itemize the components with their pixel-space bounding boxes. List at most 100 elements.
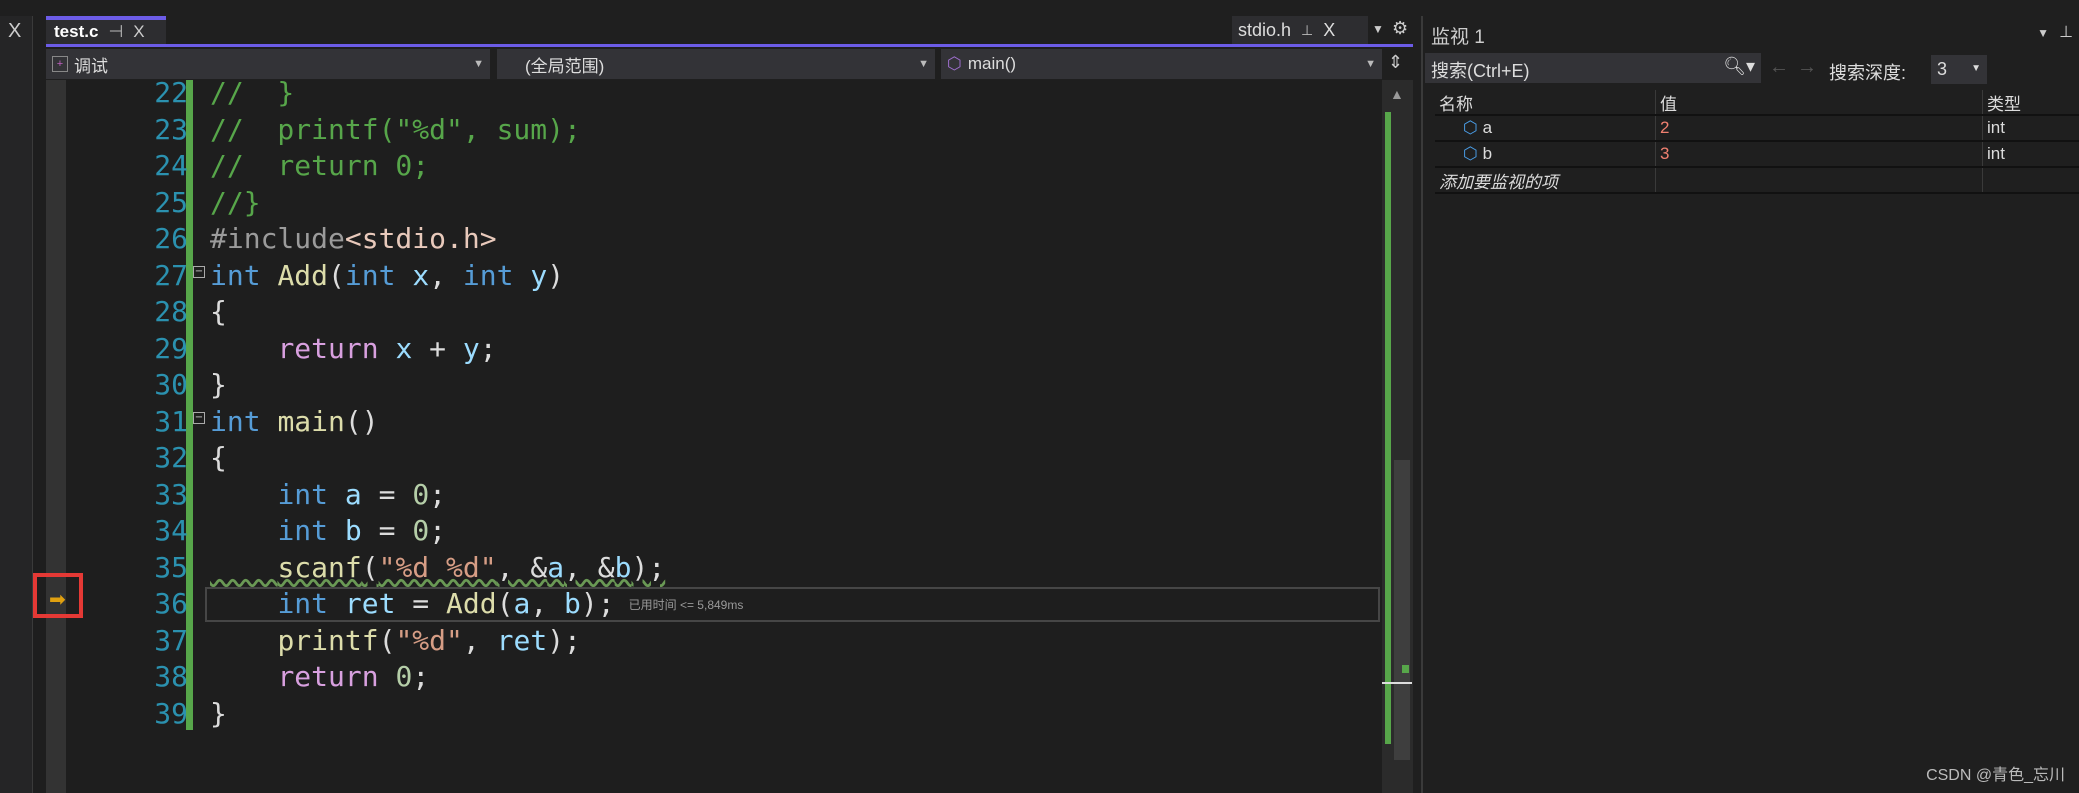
chevron-down-icon: ▼	[1971, 63, 1981, 74]
code-line[interactable]: 29 return x + y;	[33, 331, 1382, 367]
code-line[interactable]: 24 // return 0;	[33, 148, 1382, 184]
code-token: int	[344, 258, 413, 292]
code-token: }	[210, 696, 227, 730]
code-token: main	[277, 404, 345, 438]
code-token: a	[547, 550, 565, 584]
code-token: // printf("%d", sum);	[210, 112, 581, 146]
code-line[interactable]: 32 {	[33, 440, 1382, 476]
search-placeholder: 搜索(Ctrl+E)	[1431, 61, 1530, 81]
code-token: int	[277, 477, 345, 511]
tab-stdio-h[interactable]: stdio.h ⊥ X	[1232, 16, 1368, 44]
line-number: 39	[154, 696, 188, 730]
code-line[interactable]: 27− int Add(int x, int y)	[33, 258, 1382, 294]
code-token: // }	[210, 76, 295, 109]
close-icon[interactable]: X	[1323, 20, 1335, 41]
back-arrow-icon[interactable]: ←	[1769, 56, 1789, 79]
code-line[interactable]: 31− int main()	[33, 404, 1382, 440]
forward-arrow-icon[interactable]: →	[1797, 56, 1817, 79]
code-text: {	[210, 294, 227, 330]
add-watch-item[interactable]: 添加要监视的项	[1435, 168, 1655, 193]
code-line[interactable]: 35 scanf("%d %d", &a, &b);	[33, 550, 1382, 586]
watch-search-input[interactable]: 搜索(Ctrl+E) 🔍︎▾	[1425, 53, 1761, 83]
code-line[interactable]: 39}	[33, 696, 1382, 732]
header-type[interactable]: 类型	[1982, 90, 2079, 114]
tab-label: stdio.h	[1238, 19, 1292, 40]
watermark: CSDN @青色_忘川	[1926, 767, 2065, 784]
scope-label: (全局范围)	[525, 56, 605, 76]
code-line[interactable]: 22 // }	[33, 75, 1382, 111]
code-line[interactable]: 23 // printf("%d", sum);	[33, 112, 1382, 148]
pin-icon[interactable]: ⊥	[2059, 22, 2073, 42]
left-tool-panel: X	[0, 16, 33, 793]
project-icon: +	[52, 56, 68, 72]
code-line[interactable]: 37 printf("%d", ret);	[33, 623, 1382, 659]
header-name[interactable]: 名称	[1435, 90, 1655, 115]
fold-toggle-icon[interactable]: −	[193, 411, 205, 424]
code-token: ;	[479, 331, 497, 365]
tab-test-c[interactable]: test.c ⊣ X	[46, 16, 166, 44]
fold-toggle-icon[interactable]: −	[193, 265, 205, 278]
add-watch-row[interactable]: 添加要监视的项	[1435, 168, 2079, 194]
code-line[interactable]: 33 int a = 0;	[33, 477, 1382, 513]
code-token: );	[631, 550, 666, 584]
member-label: main()	[967, 54, 1017, 73]
scroll-up-icon[interactable]: ▲	[1390, 86, 1404, 102]
code-line[interactable]: 34 int b = 0;	[33, 513, 1382, 549]
split-editor-icon[interactable]: ⇕	[1388, 52, 1403, 73]
watch-type: int	[1982, 116, 2079, 140]
watch-row[interactable]: ⬡ b 3 int	[1435, 142, 2079, 168]
code-text: int b = 0;	[210, 513, 446, 549]
line-number: 28	[154, 295, 188, 328]
cube-icon: ⬡	[947, 54, 962, 73]
watch-value[interactable]: 3	[1655, 142, 1982, 166]
grid-header: 名称 值 类型	[1435, 90, 2079, 116]
line-number: 25	[154, 185, 188, 219]
code-token: {	[210, 441, 227, 474]
variable-icon: ⬡	[1463, 144, 1478, 163]
header-value[interactable]: 值	[1655, 90, 1982, 114]
search-icon[interactable]: 🔍︎▾	[1723, 56, 1755, 77]
close-icon[interactable]: X	[133, 22, 144, 42]
code-token: y	[530, 258, 548, 292]
code-text: int Add(int x, int y)	[210, 258, 564, 294]
watch-title: 监视 1	[1431, 27, 1485, 48]
code-text: {	[210, 440, 227, 476]
code-token: int	[210, 258, 278, 292]
code-token: x	[412, 258, 430, 292]
panel-menu-icon[interactable]: ▼	[2037, 26, 2049, 40]
code-token: 0	[412, 514, 430, 547]
code-line[interactable]: 38 return 0;	[33, 659, 1382, 695]
line-number: 34	[154, 514, 188, 547]
code-token: (	[361, 550, 379, 584]
tab-list-dropdown-icon[interactable]: ▼	[1372, 22, 1384, 36]
watch-row[interactable]: ⬡ a 2 int	[1435, 116, 2079, 142]
watch-panel: 监视 1 ▼ ⊥ 搜索(Ctrl+E) 🔍︎▾ ← → 搜索深度: 3 ▼ 名称…	[1421, 16, 2079, 793]
code-line[interactable]: 28 {	[33, 294, 1382, 330]
code-token: (	[378, 623, 396, 657]
code-line[interactable]: 26 #include<stdio.h>	[33, 221, 1382, 257]
code-token: return	[277, 331, 396, 365]
line-number: 31	[154, 404, 188, 438]
code-token: x	[395, 331, 413, 365]
code-token: "%d %d"	[378, 550, 497, 584]
code-token: =	[361, 514, 413, 547]
code-token: ,	[462, 623, 497, 657]
search-depth-label: 搜索深度:	[1829, 63, 1907, 83]
scroll-thumb[interactable]	[1394, 460, 1410, 760]
close-icon[interactable]: X	[8, 20, 21, 43]
vertical-scrollbar[interactable]: ▲	[1382, 80, 1413, 793]
pin-icon[interactable]: ⊥	[1301, 22, 1313, 39]
gear-icon[interactable]: ⚙	[1392, 18, 1408, 39]
line-number: 26	[154, 222, 188, 255]
code-line[interactable]: 30}	[33, 367, 1382, 403]
code-token: (	[328, 258, 345, 292]
code-token: {	[210, 295, 227, 328]
code-line[interactable]: 25 //}	[33, 185, 1382, 221]
watch-value[interactable]: 2	[1655, 116, 1982, 140]
code-token: ;	[412, 660, 430, 693]
code-token: b	[344, 514, 362, 547]
search-depth-select[interactable]: 3 ▼	[1931, 55, 1987, 84]
pin-icon[interactable]: ⊣	[108, 22, 123, 42]
